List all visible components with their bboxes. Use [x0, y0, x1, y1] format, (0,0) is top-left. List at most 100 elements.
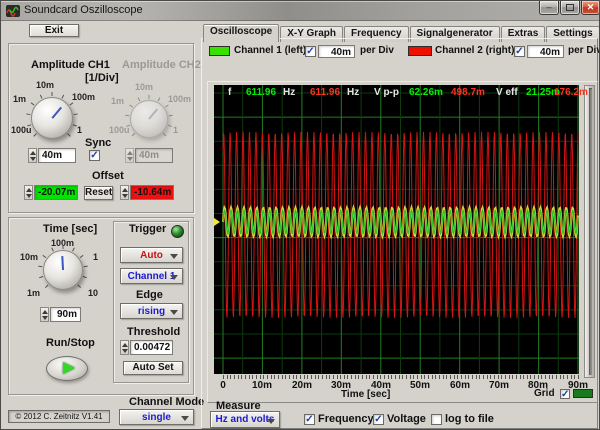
knob-pointer: [61, 256, 64, 271]
axis-tick: [567, 375, 568, 379]
spin-down-icon: [126, 157, 133, 161]
offset-ch1-value-field[interactable]: -20.07m: [34, 185, 78, 200]
spin-down-icon[interactable]: [121, 194, 128, 198]
axis-tick: [358, 375, 360, 379]
axis-tick: [446, 375, 448, 379]
trigger-level-marker-icon[interactable]: [214, 218, 220, 226]
channel2-enable-checkbox[interactable]: ✓: [514, 46, 525, 57]
spin-down-icon[interactable]: [25, 194, 32, 198]
exit-button[interactable]: Exit: [29, 24, 79, 37]
grid-color-swatch[interactable]: [573, 389, 593, 398]
chevron-down-icon: [170, 254, 178, 259]
dial-scale-1m: 1m: [27, 288, 41, 298]
channel-mode-dropdown[interactable]: single: [119, 409, 194, 425]
trigger-mode-dropdown[interactable]: Auto: [120, 247, 183, 263]
maximize-icon: [566, 4, 574, 11]
axis-tick: [570, 375, 572, 379]
vertical-scale-slider[interactable]: [584, 85, 595, 378]
hz-unit-label: Hz: [283, 87, 296, 98]
vpp-label: V p-p: [374, 87, 399, 98]
axis-tick: [526, 375, 528, 379]
axis-tick: [384, 375, 385, 379]
axis-tick: [512, 375, 514, 379]
offset-reset-button[interactable]: Reset: [84, 186, 113, 200]
spin-down-icon[interactable]: [41, 316, 48, 320]
x-tick-70m: 70m: [488, 380, 509, 391]
offset-ch2-value-field[interactable]: -10.64m: [130, 185, 174, 200]
offset-ch1-spinner[interactable]: [24, 185, 33, 200]
spin-up-icon[interactable]: [121, 343, 128, 347]
sync-checkbox[interactable]: ✓: [89, 150, 100, 161]
spin-up-icon[interactable]: [41, 310, 48, 314]
channel1-per-div-label: per Div: [360, 45, 394, 56]
axis-tick: [325, 375, 327, 379]
chevron-down-icon: [170, 310, 178, 315]
axis-tick: [501, 375, 503, 379]
trigger-groupbox: [113, 221, 189, 383]
amplitude-ch1-value-field[interactable]: 40m: [38, 148, 76, 163]
spin-down-icon[interactable]: [29, 157, 36, 161]
log-to-file-checkbox[interactable]: [431, 414, 442, 425]
dial-scale-1: 1: [77, 125, 83, 135]
offset-ch2-spinner[interactable]: [120, 185, 129, 200]
axis-tick: [365, 375, 367, 379]
channel2-per-div-field[interactable]: 40m: [527, 45, 564, 58]
trigger-edge-dropdown[interactable]: rising: [120, 303, 183, 319]
slider-track[interactable]: [589, 88, 592, 375]
axis-tick: [373, 375, 375, 379]
axis-tick: [457, 375, 459, 379]
close-icon: ✕: [586, 2, 595, 12]
time-value-field[interactable]: 90m: [50, 307, 81, 322]
channel1-per-div-field[interactable]: 40m: [318, 45, 355, 58]
knob-face[interactable]: [43, 250, 83, 290]
axis-tick: [248, 375, 250, 379]
threshold-value-field[interactable]: 0.00472: [130, 340, 173, 355]
scope-plot[interactable]: [214, 85, 580, 374]
time-knob[interactable]: [36, 243, 90, 297]
axis-tick: [336, 375, 338, 379]
minimize-button[interactable]: –: [539, 1, 559, 15]
axis-tick: [296, 375, 298, 379]
axis-tick: [519, 375, 521, 379]
trigger-source-dropdown[interactable]: Channel 1: [120, 268, 183, 284]
amplitude-unit-label: [1/Div]: [85, 72, 119, 84]
axis-tick: [548, 375, 550, 379]
axis-tick: [259, 375, 261, 379]
channel1-enable-checkbox[interactable]: ✓: [305, 46, 316, 57]
maximize-button[interactable]: [560, 1, 580, 15]
threshold-spinner[interactable]: [120, 340, 129, 355]
frequency-checkbox[interactable]: ✓: [304, 414, 315, 425]
axis-tick: [468, 375, 470, 379]
veff-label: V eff: [496, 87, 518, 98]
measure-mode-dropdown[interactable]: Hz and volts: [210, 411, 280, 428]
spin-down-icon[interactable]: [121, 349, 128, 353]
tab-oscilloscope[interactable]: Oscilloscope: [203, 24, 280, 42]
amplitude-ch2-label: Amplitude CH2: [122, 59, 201, 71]
grid-checkbox[interactable]: ✓: [560, 389, 570, 400]
spin-up-icon[interactable]: [121, 188, 128, 192]
axis-tick: [556, 375, 558, 379]
amplitude-ch1-spinner[interactable]: [28, 148, 37, 163]
axis-tick: [490, 375, 492, 379]
auto-set-button[interactable]: Auto Set: [123, 361, 183, 375]
axis-tick: [449, 375, 451, 379]
axis-tick: [230, 375, 232, 379]
freq-ch2-value: 611.96: [310, 87, 341, 98]
spin-up-icon[interactable]: [25, 188, 32, 192]
check-icon: ✓: [305, 414, 314, 425]
run-stop-button[interactable]: [46, 356, 88, 381]
axis-tick: [351, 375, 353, 379]
axis-tick: [395, 375, 396, 379]
axis-tick: [288, 375, 290, 379]
axis-tick: [493, 375, 495, 379]
spin-up-icon[interactable]: [29, 151, 36, 155]
log-to-file-label: log to file: [445, 413, 494, 425]
axis-tick: [428, 375, 429, 379]
voltage-checkbox[interactable]: ✓: [373, 414, 384, 425]
knob-face[interactable]: [31, 97, 73, 139]
close-button[interactable]: ✕: [581, 1, 599, 15]
threshold-label: Threshold: [127, 326, 181, 338]
time-spinner[interactable]: [40, 307, 49, 322]
axis-tick: [266, 375, 268, 379]
axis-tick: [534, 375, 536, 379]
